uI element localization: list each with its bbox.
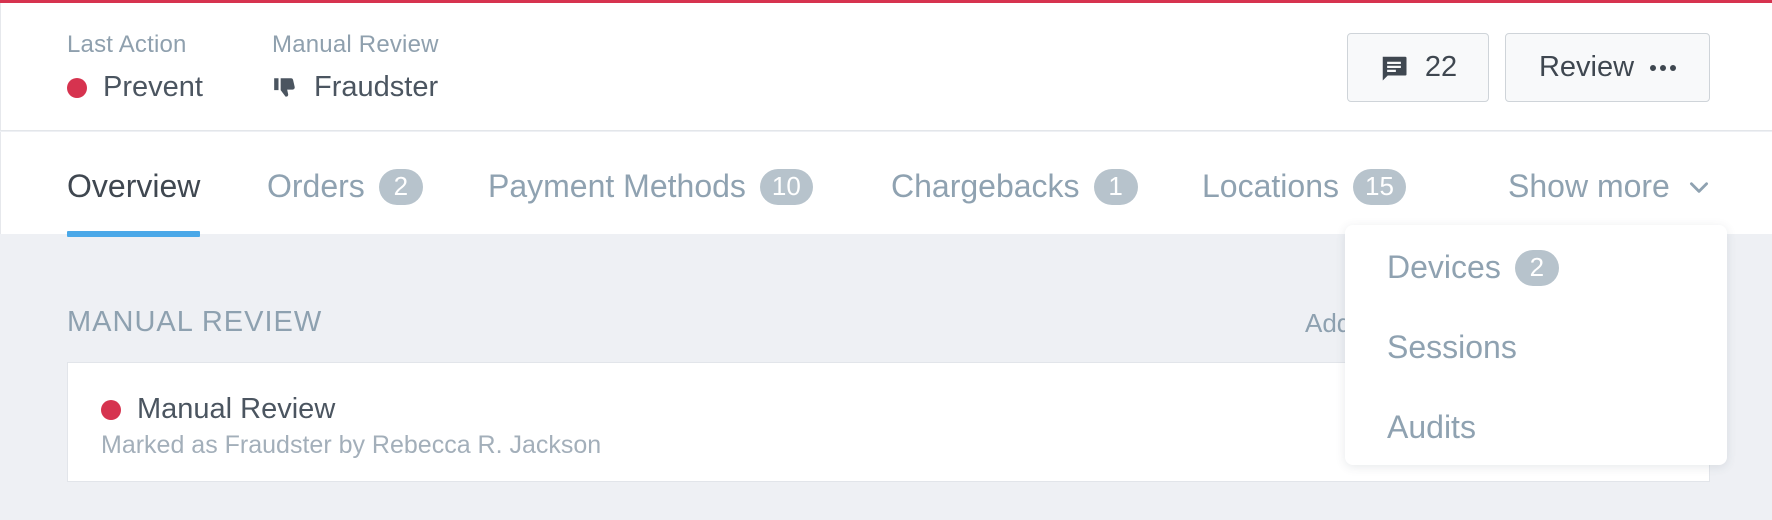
tab-chargebacks[interactable]: Chargebacks 1 (891, 168, 1138, 205)
comment-icon (1382, 56, 1407, 80)
show-more-toggle[interactable]: Show more (1508, 168, 1712, 205)
last-action: Last Action Prevent (67, 31, 203, 104)
comments-count: 22 (1424, 51, 1458, 83)
tab-orders[interactable]: Orders 2 (267, 168, 423, 205)
count-badge: 10 (759, 168, 813, 205)
review-button-label: Review (1538, 51, 1635, 83)
dropdown-item-label: Sessions (1387, 329, 1517, 365)
count-badge: 1 (1093, 168, 1138, 205)
card-subtitle: Marked as Fraudster by Rebecca R. Jackso… (101, 431, 602, 459)
dropdown-item-sessions[interactable]: Sessions (1387, 329, 1517, 366)
thumbs-down-icon (274, 77, 295, 97)
count-badge: 2 (1514, 249, 1559, 286)
status-dot-icon (67, 77, 87, 98)
count-badge: 15 (1352, 168, 1406, 205)
page-header: Last Action Prevent Manual Review Frauds… (0, 3, 1772, 131)
card-title: Manual Review (137, 393, 336, 425)
tab-label: Overview (67, 168, 201, 204)
show-more-dropdown: Devices 2 Sessions Audits (1345, 225, 1727, 465)
tab-locations[interactable]: Locations 15 (1202, 168, 1406, 205)
review-button[interactable]: Review (1505, 33, 1710, 102)
tab-bar: Overview Orders 2 Payment Methods 10 Cha… (0, 132, 1772, 237)
last-action-value: Prevent (67, 71, 203, 104)
dropdown-item-devices[interactable]: Devices 2 (1387, 249, 1559, 286)
tab-label: Chargebacks (891, 168, 1080, 204)
chevron-down-icon (1689, 181, 1708, 193)
tab-label: Locations (1202, 168, 1339, 204)
manual-review-status: Manual Review Fraudster (272, 31, 439, 104)
show-more-label: Show more (1508, 168, 1670, 204)
dropdown-item-label: Audits (1387, 409, 1476, 445)
manual-review-value: Fraudster (272, 71, 439, 104)
card-header: Manual Review (101, 393, 335, 426)
tab-overview[interactable]: Overview (67, 168, 201, 237)
count-badge: 2 (378, 168, 423, 205)
comments-button[interactable]: 22 (1347, 33, 1489, 102)
active-tab-indicator (67, 231, 201, 237)
dropdown-item-audits[interactable]: Audits (1387, 409, 1476, 446)
dropdown-item-label: Devices (1387, 249, 1501, 285)
section-title: MANUAL REVIEW (67, 306, 323, 338)
manual-review-label: Manual Review (272, 31, 439, 58)
status-dot-icon (101, 399, 121, 420)
last-action-text: Prevent (103, 71, 203, 103)
tab-payment-methods[interactable]: Payment Methods 10 (488, 168, 813, 205)
last-action-label: Last Action (67, 31, 187, 58)
ellipsis-icon (1650, 64, 1677, 71)
manual-review-text: Fraudster (314, 71, 439, 103)
tab-label: Orders (267, 168, 365, 204)
tab-label: Payment Methods (488, 168, 746, 204)
